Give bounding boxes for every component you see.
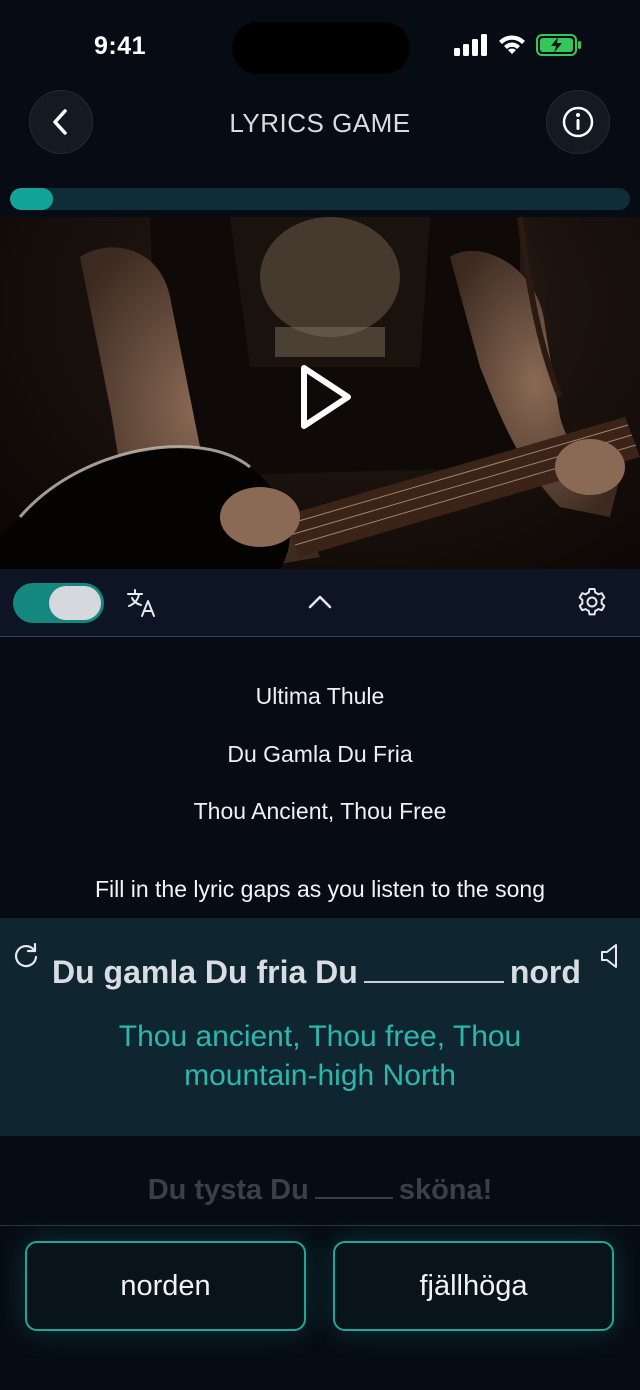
status-bar: 9:41	[0, 0, 640, 90]
next-lyric-after-gap: sköna!	[398, 1174, 493, 1206]
info-icon	[562, 106, 594, 138]
battery-charging-icon	[536, 34, 581, 56]
page-title: LYRICS GAME	[229, 108, 411, 138]
wifi-icon	[499, 35, 525, 54]
status-time: 9:41	[94, 32, 147, 60]
chevron-up-icon[interactable]	[306, 590, 334, 614]
toggle-knob	[49, 586, 101, 620]
answer-option-button[interactable]: norden	[25, 1241, 306, 1331]
song-progress-fill	[10, 188, 54, 210]
cellular-signal-icon	[454, 34, 487, 56]
play-icon[interactable]	[296, 362, 356, 432]
lyric-before-gap: Du gamla Du fria Du	[52, 954, 358, 990]
gear-icon[interactable]	[576, 586, 608, 618]
lyric-translation: Thou ancient, Thou free, Thou mountain-h…	[118, 1020, 522, 1092]
answer-option-button[interactable]: fjällhöga	[333, 1241, 614, 1331]
current-lyric-line: Du gamla Du fria Du nord	[52, 954, 581, 991]
translation-toggle[interactable]	[13, 583, 104, 623]
next-lyric-line: Du tysta Du sköna!	[0, 1174, 640, 1207]
divider	[0, 1225, 640, 1226]
instruction-text: Fill in the lyric gaps as you listen to …	[94, 876, 545, 902]
status-icons	[454, 34, 582, 56]
info-button[interactable]	[546, 90, 610, 154]
speaker-icon[interactable]	[598, 942, 624, 970]
song-artist: Ultima Thule	[255, 683, 385, 709]
dynamic-island	[232, 22, 410, 74]
song-title: Du Gamla Du Fria	[227, 741, 413, 767]
header: LYRICS GAME	[0, 90, 640, 160]
translate-icon[interactable]	[126, 588, 158, 618]
lyric-gap-blank[interactable]	[363, 955, 504, 983]
song-progress-bar	[10, 188, 630, 210]
replay-icon[interactable]	[12, 942, 40, 970]
next-lyric-gap-blank	[314, 1175, 393, 1199]
song-title-translation: Thou Ancient, Thou Free	[193, 798, 447, 824]
lyric-after-gap: nord	[509, 954, 581, 990]
next-lyric-before-gap: Du tysta Du	[147, 1174, 309, 1206]
